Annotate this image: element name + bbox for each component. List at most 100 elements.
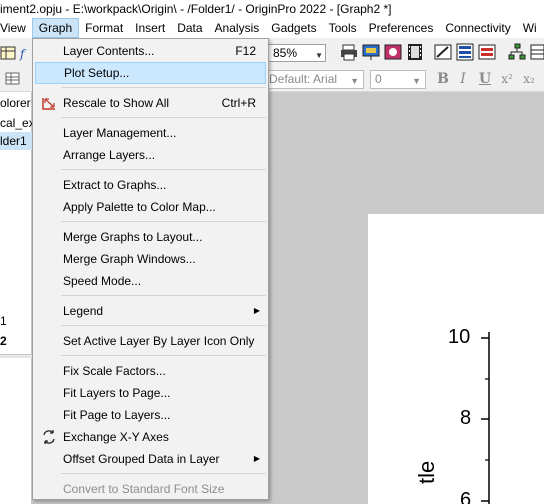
menu-item-speed-mode[interactable]: Speed Mode...: [35, 270, 266, 292]
font-value: Default: Arial: [269, 72, 338, 86]
menu-item-label: Convert to Standard Font Size: [63, 482, 225, 496]
menu-analysis[interactable]: Analysis: [209, 18, 266, 38]
slide-show-icon[interactable]: [362, 43, 380, 61]
explorer-item[interactable]: olorer (: [0, 94, 32, 112]
menu-item-label: Layer Management...: [63, 126, 177, 140]
graph-page[interactable]: 10 8 6 tle: [368, 214, 544, 504]
menu-gadgets[interactable]: Gadgets: [265, 18, 322, 38]
menu-insert[interactable]: Insert: [129, 18, 171, 38]
menu-item-merge-windows[interactable]: Merge Graph Windows...: [35, 248, 266, 270]
menu-item-label: Arrange Layers...: [63, 148, 156, 162]
subscript-button[interactable]: x₂: [520, 70, 538, 89]
print-icon[interactable]: [340, 43, 358, 61]
menu-separator: [61, 117, 266, 118]
project-explorer: olorer ( cal_ex lder1 1 2: [0, 92, 32, 504]
menu-item-arrange-layers[interactable]: Arrange Layers...: [35, 144, 266, 166]
bold-button[interactable]: B: [434, 70, 452, 89]
y-tick-label: 10: [448, 326, 471, 348]
menu-bar: View Graph Format Insert Data Analysis G…: [0, 18, 544, 38]
menu-separator: [61, 221, 266, 222]
menu-view[interactable]: View: [0, 18, 32, 38]
menu-item-rescale[interactable]: Rescale to Show All Ctrl+R: [35, 92, 266, 114]
menu-item-shortcut: Ctrl+R: [221, 96, 256, 110]
list-item[interactable]: 1: [0, 312, 32, 330]
edit-graph-icon[interactable]: [434, 43, 452, 61]
graph-axes: [481, 332, 490, 504]
menu-tools[interactable]: Tools: [323, 18, 363, 38]
menu-separator: [61, 169, 266, 170]
menu-separator: [61, 87, 266, 88]
menu-window[interactable]: Wi: [517, 18, 543, 38]
svg-text:f: f: [19, 47, 27, 61]
grid-table-icon[interactable]: [530, 43, 544, 61]
menu-item-exchange-xy-axes[interactable]: Exchange X-Y Axes: [35, 426, 266, 448]
submenu-arrow-icon: ▶: [253, 306, 260, 315]
export-image-icon[interactable]: [384, 43, 402, 61]
menu-item-label: Plot Setup...: [64, 66, 130, 80]
y-tick-label: 6: [460, 489, 472, 504]
tree-icon[interactable]: [508, 43, 526, 61]
menu-preferences[interactable]: Preferences: [363, 18, 440, 38]
menu-item-label: Offset Grouped Data in Layer: [63, 452, 220, 466]
menu-item-label: Extract to Graphs...: [63, 178, 167, 192]
y-tick-label: 8: [460, 407, 472, 429]
menu-item-merge-to-layout[interactable]: Merge Graphs to Layout...: [35, 226, 266, 248]
app-window: iment2.opju - E:\workpack\Origin\ - /Fol…: [0, 0, 544, 504]
menu-separator: [61, 473, 266, 474]
zoom-value: 85%: [273, 46, 298, 60]
layer-grid-icon[interactable]: [4, 70, 22, 88]
menu-connectivity[interactable]: Connectivity: [439, 18, 516, 38]
menu-item-set-active-layer[interactable]: Set Active Layer By Layer Icon Only: [35, 330, 266, 352]
explorer-item[interactable]: cal_ex: [0, 114, 32, 132]
menu-item-label: Set Active Layer By Layer Icon Only: [63, 334, 255, 348]
video-icon[interactable]: [406, 43, 424, 61]
menu-item-fix-scale-factors[interactable]: Fix Scale Factors...: [35, 360, 266, 382]
menu-item-apply-palette[interactable]: Apply Palette to Color Map...: [35, 196, 266, 218]
menu-item-label: Merge Graphs to Layout...: [63, 230, 203, 244]
worksheet-icon[interactable]: [0, 44, 18, 62]
menu-item-label: Fit Page to Layers...: [63, 408, 171, 422]
menu-item-fit-layers-to-page[interactable]: Fit Layers to Page...: [35, 382, 266, 404]
menu-separator: [61, 355, 266, 356]
menu-item-label: Speed Mode...: [63, 274, 142, 288]
rescale-icon: [41, 95, 57, 111]
menu-item-layer-management[interactable]: Layer Management...: [35, 122, 266, 144]
font-size-value: 0: [375, 72, 382, 86]
menu-item-label: Merge Graph Windows...: [63, 252, 196, 266]
panel-splitter[interactable]: [0, 354, 32, 358]
font-size-select[interactable]: 0 ▼: [370, 70, 426, 89]
layout-icon[interactable]: [456, 43, 474, 61]
menu-item-plot-setup[interactable]: Plot Setup...: [35, 62, 266, 84]
list-item[interactable]: 2: [0, 332, 32, 350]
y-axis-title[interactable]: tle: [414, 461, 440, 484]
menu-item-label: Rescale to Show All: [63, 96, 170, 110]
menu-item-fit-page-to-layers[interactable]: Fit Page to Layers...: [35, 404, 266, 426]
menu-item-extract-to-graphs[interactable]: Extract to Graphs...: [35, 174, 266, 196]
font-select[interactable]: Default: Arial ▼: [264, 70, 364, 89]
menu-item-label: Layer Contents...: [63, 44, 155, 58]
menu-item-layer-contents[interactable]: Layer Contents... F12: [35, 40, 266, 62]
menu-graph[interactable]: Graph: [31, 18, 80, 38]
menu-format[interactable]: Format: [79, 18, 129, 38]
menu-separator: [61, 295, 266, 296]
menu-item-label: Exchange X-Y Axes: [63, 430, 169, 444]
menu-item-label: Fix Scale Factors...: [63, 364, 166, 378]
menu-item-shortcut: F12: [235, 44, 256, 58]
superscript-button[interactable]: x²: [498, 70, 516, 89]
chevron-down-icon: ▼: [412, 76, 421, 86]
bookmark-icon[interactable]: [478, 43, 496, 61]
menu-separator: [61, 325, 266, 326]
zoom-select[interactable]: 85% ▼: [268, 44, 326, 62]
menu-item-label: Apply Palette to Color Map...: [63, 200, 216, 214]
menu-data[interactable]: Data: [171, 18, 208, 38]
explorer-item-folder1[interactable]: lder1: [0, 132, 32, 150]
window-title: iment2.opju - E:\workpack\Origin\ - /Fol…: [0, 0, 544, 18]
menu-item-legend[interactable]: Legend ▶: [35, 300, 266, 322]
menu-item-label: Legend: [63, 304, 104, 318]
menu-item-convert-font-size: Convert to Standard Font Size: [35, 478, 266, 500]
menu-item-label: Fit Layers to Page...: [63, 386, 171, 400]
menu-item-offset-grouped-data[interactable]: Offset Grouped Data in Layer ▶: [35, 448, 266, 470]
underline-button[interactable]: U: [476, 70, 494, 89]
italic-button[interactable]: I: [454, 70, 472, 89]
chevron-down-icon: ▼: [350, 76, 359, 86]
